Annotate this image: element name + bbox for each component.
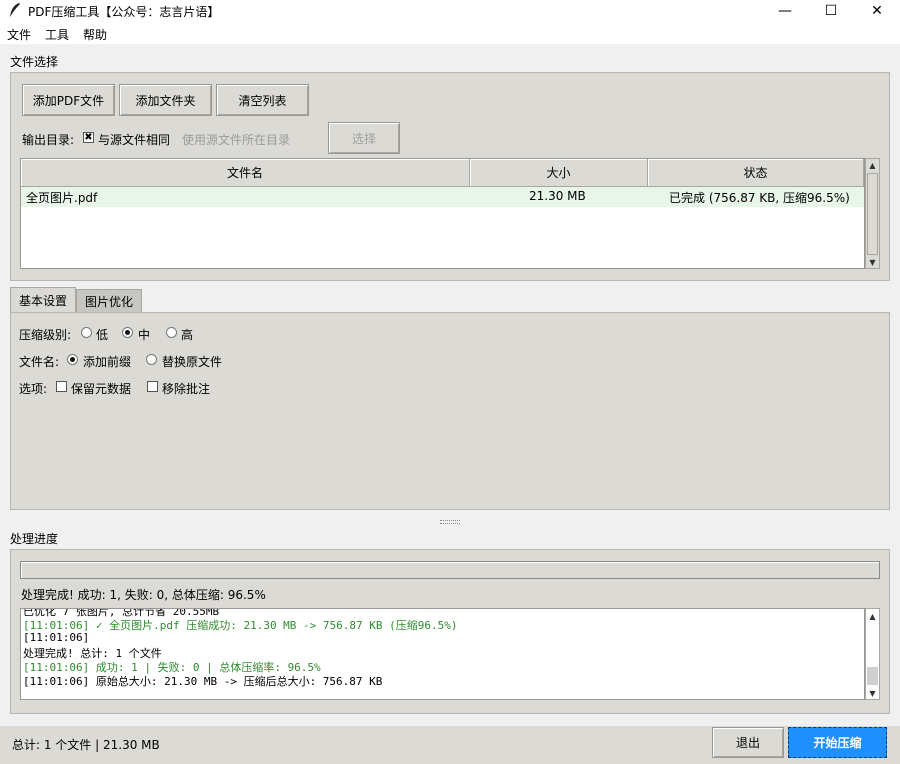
close-icon: ✕ [871, 3, 883, 19]
progress-bar [20, 561, 880, 579]
add-pdf-button[interactable]: 添加PDF文件 [22, 84, 115, 116]
feather-icon [10, 3, 20, 17]
minimize-button[interactable]: — [762, 0, 808, 22]
exit-button[interactable]: 退出 [712, 727, 784, 758]
start-compression-button[interactable]: 开始压缩 [788, 727, 887, 758]
scroll-down-icon[interactable]: ▼ [866, 687, 879, 699]
level-medium-radio[interactable] [122, 327, 133, 338]
column-header-filename[interactable]: 文件名 [21, 159, 470, 187]
scroll-thumb[interactable] [867, 173, 878, 255]
remove-annotations-label: 移除批注 [162, 382, 211, 396]
same-as-source-checkbox[interactable]: ✖ [83, 132, 94, 143]
replace-original-label: 替换原文件 [162, 355, 223, 369]
close-button[interactable]: ✕ [854, 0, 900, 22]
scroll-down-icon[interactable]: ▼ [866, 256, 879, 268]
scroll-up-icon[interactable]: ▲ [866, 610, 879, 622]
scroll-thumb[interactable] [867, 667, 878, 685]
keep-metadata-checkbox[interactable] [56, 381, 67, 392]
file-table: 文件名 大小 状态 全页图片.pdf 21.30 MB 已完成 (756.87 … [20, 158, 865, 269]
remove-annotations-checkbox[interactable] [147, 381, 158, 392]
log-output[interactable]: 已优化 7 张图片, 总计节省 20.55MB [11:01:06] ✓ 全页图… [20, 608, 865, 700]
row-filename: 全页图片.pdf [26, 191, 98, 205]
filename-label: 文件名: [19, 355, 60, 369]
output-dir-field[interactable]: 使用源文件所在目录 [182, 131, 290, 148]
tab-basic-settings[interactable]: 基本设置 [10, 287, 76, 313]
tab-image-optimization[interactable]: 图片优化 [76, 289, 142, 312]
log-line: [11:01:06] 原始总大小: 21.30 MB -> 压缩后总大小: 75… [23, 675, 383, 688]
radio-selected-dot [125, 330, 130, 335]
keep-metadata-label: 保留元数据 [71, 382, 132, 396]
row-status: 已完成 (756.87 KB, 压缩96.5%) [669, 191, 850, 205]
check-icon: ✖ [84, 131, 93, 143]
progress-section-label: 处理进度 [10, 532, 59, 546]
column-header-size[interactable]: 大小 [470, 159, 648, 187]
window-title: PDF压缩工具【公众号：志言片语】 [28, 5, 220, 19]
menu-bar: 文件 工具 帮助 [0, 22, 900, 44]
progress-summary: 处理完成! 成功: 1, 失败: 0, 总体压缩: 96.5% [21, 588, 266, 602]
level-low-radio[interactable] [81, 327, 92, 338]
radio-selected-dot [70, 357, 75, 362]
level-medium-label: 中 [138, 328, 151, 342]
scroll-up-icon[interactable]: ▲ [866, 159, 879, 171]
row-size: 21.30 MB [529, 189, 586, 203]
menu-file[interactable]: 文件 [7, 26, 31, 43]
table-scrollbar[interactable]: ▲ ▼ [865, 158, 880, 269]
table-row[interactable]: 全页图片.pdf 21.30 MB 已完成 (756.87 KB, 压缩96.5… [21, 187, 864, 207]
log-line: [11:01:06] [23, 631, 90, 644]
level-high-radio[interactable] [166, 327, 177, 338]
level-low-label: 低 [96, 328, 109, 342]
minimize-icon: — [778, 3, 792, 19]
clear-list-button[interactable]: 清空列表 [216, 84, 309, 116]
maximize-button[interactable]: ☐ [808, 0, 854, 22]
output-dir-label: 输出目录: [22, 133, 75, 147]
level-high-label: 高 [181, 328, 194, 342]
options-label: 选项: [19, 382, 48, 396]
splitter-grip[interactable] [440, 520, 460, 524]
maximize-icon: ☐ [824, 3, 838, 19]
column-header-status[interactable]: 状态 [648, 159, 864, 187]
log-scrollbar[interactable]: ▲ ▼ [865, 608, 880, 700]
compression-level-label: 压缩级别: [19, 328, 72, 342]
file-section-label: 文件选择 [10, 55, 59, 69]
status-text: 总计: 1 个文件 | 21.30 MB [12, 738, 160, 752]
menu-tools[interactable]: 工具 [45, 26, 69, 43]
replace-original-radio[interactable] [146, 354, 157, 365]
menu-help[interactable]: 帮助 [83, 26, 107, 43]
add-folder-button[interactable]: 添加文件夹 [119, 84, 212, 116]
add-prefix-radio[interactable] [67, 354, 78, 365]
add-prefix-label: 添加前缀 [83, 355, 132, 369]
title-bar: PDF压缩工具【公众号：志言片语】 — ☐ ✕ [0, 0, 900, 22]
same-as-source-label: 与源文件相同 [98, 133, 171, 147]
choose-dir-button[interactable]: 选择 [328, 122, 400, 154]
